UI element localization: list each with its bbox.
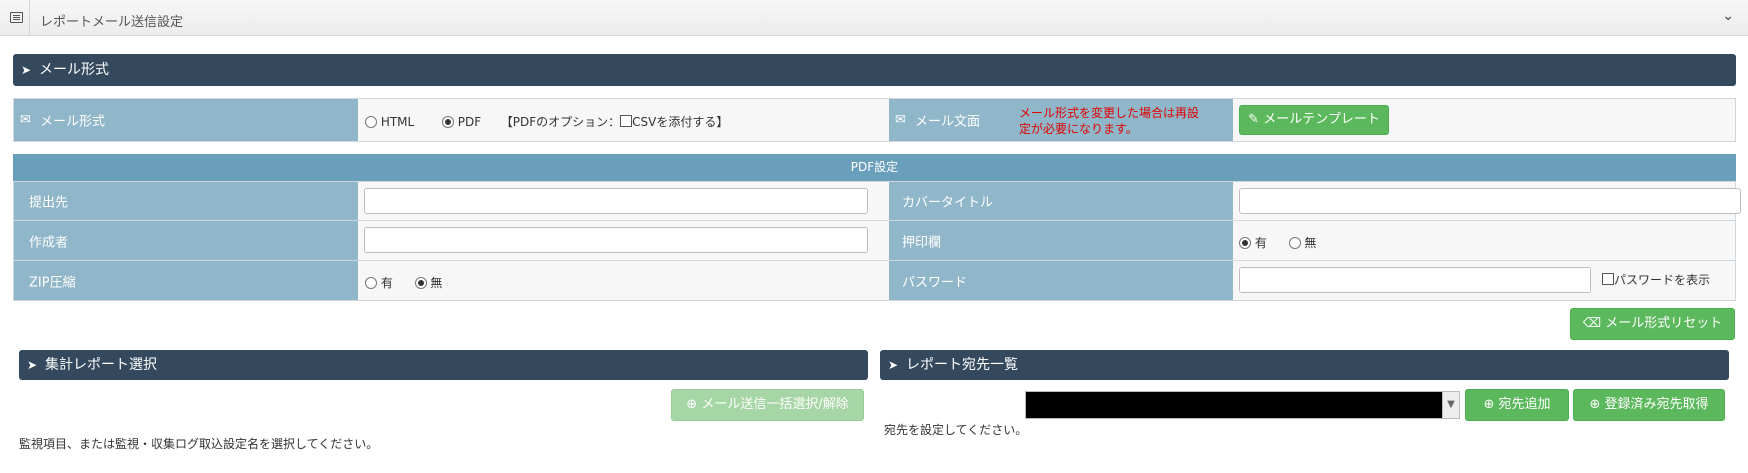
report-select-hint: 監視項目、または監視・収集ログ取込設定名を選択してください。	[19, 437, 379, 451]
show-password-checkbox[interactable]	[1602, 273, 1614, 285]
submit-to-value-cell	[358, 182, 889, 220]
mail-format-label-cell: ✉ メール形式	[14, 99, 358, 141]
mail-body-label: メール文面	[915, 114, 981, 130]
mail-format-row: ✉ メール形式 HTML PDF 【PDFのオプション： CSVを添付する】 ✉ …	[13, 98, 1736, 142]
zip-label-cell: ZIP圧縮	[14, 261, 358, 300]
pdf-row-author: 作成者 押印欄 有 無	[13, 221, 1736, 261]
mail-template-button-label: メールテンプレート	[1263, 112, 1380, 127]
pdf-option-prefix: 【PDFのオプション：	[500, 115, 621, 129]
mail-template-button[interactable]: ✎ メールテンプレート	[1239, 105, 1389, 135]
mail-template-cell: ✎ メールテンプレート	[1233, 99, 1735, 141]
plus-circle-icon: ⊕	[686, 397, 698, 412]
recipient-select[interactable]: ▼	[1025, 391, 1460, 419]
panel-header[interactable]: レポートメール送信設定 ⌄	[0, 0, 1748, 36]
pdf-radio[interactable]	[441, 116, 454, 128]
password-input[interactable]	[1239, 267, 1591, 293]
stamp-value-cell: 有 無	[1233, 221, 1735, 260]
zip-yes-radio[interactable]	[365, 277, 377, 289]
bulk-select-button[interactable]: ⊕ メール送信一括選択/解除	[671, 389, 864, 421]
reset-button-label: メール形式リセット	[1605, 316, 1723, 331]
pdf-row-submit-to: 提出先 カバータイトル	[13, 181, 1741, 221]
header-divider	[29, 0, 30, 36]
section-title: メール形式	[39, 62, 109, 78]
section-title: 集計レポート選択	[45, 357, 157, 373]
cover-title-label-cell: カバータイトル	[889, 182, 1233, 220]
cover-title-value-cell	[1233, 182, 1741, 220]
rocket-icon: ➤	[27, 358, 38, 372]
mail-format-label: メール形式	[40, 114, 106, 130]
bulk-select-button-label: メール送信一括選択/解除	[701, 397, 849, 412]
zip-no-radio[interactable]	[414, 277, 427, 289]
fetch-button-label: 登録済み宛先取得	[1604, 397, 1709, 412]
author-value-cell	[358, 221, 889, 260]
cover-title-input[interactable]	[1239, 188, 1741, 214]
stamp-no-label: 無	[1304, 236, 1317, 250]
author-label: 作成者	[29, 235, 69, 250]
mail-body-label-cell: ✉ メール文面 メール形式を変更した場合は再設定が必要になります。	[889, 99, 1233, 141]
attach-csv-label: CSVを添付する】	[632, 115, 729, 129]
submit-to-label-cell: 提出先	[14, 182, 358, 220]
envelope-icon: ✉	[895, 112, 906, 128]
attach-csv-checkbox[interactable]	[620, 115, 633, 127]
mail-format-value-cell: HTML PDF 【PDFのオプション： CSVを添付する】	[358, 99, 889, 141]
mail-format-reset-button[interactable]: ⌫ メール形式リセット	[1570, 308, 1735, 340]
recipients-hint: 宛先を設定してください。	[884, 423, 1028, 437]
panel-title: レポートメール送信設定	[40, 15, 184, 30]
chevron-down-icon[interactable]: ⌄	[1722, 8, 1734, 24]
cover-title-label: カバータイトル	[902, 195, 994, 211]
rocket-icon: ➤	[888, 358, 899, 372]
stamp-yes-radio[interactable]	[1239, 237, 1251, 249]
password-value-cell: パスワードを表示	[1233, 261, 1735, 300]
pdf-radio-label: PDF	[457, 115, 482, 129]
submit-to-input[interactable]	[364, 188, 868, 214]
eraser-icon: ⌫	[1582, 316, 1602, 331]
zip-no-label: 無	[430, 276, 443, 290]
zip-yes-label: 有	[380, 276, 393, 290]
envelope-icon: ✉	[20, 112, 31, 128]
password-label-cell: パスワード	[889, 261, 1233, 300]
show-password-label: パスワードを表示	[1614, 273, 1711, 287]
recipients-section-header: ➤ レポート宛先一覧	[880, 350, 1729, 380]
pdf-row-zip: ZIP圧縮 有 無 パスワード パスワードを表示	[13, 261, 1736, 301]
plus-circle-icon: ⊕	[1589, 397, 1601, 412]
add-recipient-button[interactable]: ⊕ 宛先追加	[1465, 389, 1569, 421]
format-change-note: メール形式を変更した場合は再設定が必要になります。	[1019, 106, 1200, 136]
edit-icon: ✎	[1248, 112, 1260, 127]
fetch-registered-recipients-button[interactable]: ⊕ 登録済み宛先取得	[1573, 389, 1725, 421]
add-recipient-button-label: 宛先追加	[1498, 397, 1551, 412]
author-input[interactable]	[364, 227, 868, 253]
rocket-icon: ➤	[21, 63, 32, 77]
html-radio-label: HTML	[380, 115, 415, 129]
stamp-no-radio[interactable]	[1288, 237, 1301, 249]
stamp-yes-label: 有	[1254, 236, 1267, 250]
author-label-cell: 作成者	[14, 221, 358, 260]
report-select-section-header: ➤ 集計レポート選択	[19, 350, 868, 380]
list-icon	[10, 12, 23, 23]
html-radio[interactable]	[365, 116, 377, 128]
stamp-label: 押印欄	[902, 235, 942, 250]
section-title: レポート宛先一覧	[906, 357, 1018, 373]
password-label: パスワード	[902, 275, 968, 290]
pdf-settings-header: PDF設定	[13, 154, 1736, 181]
zip-value-cell: 有 無	[358, 261, 889, 300]
plus-circle-icon: ⊕	[1483, 397, 1495, 412]
submit-to-label: 提出先	[29, 195, 69, 211]
zip-label: ZIP圧縮	[29, 275, 76, 290]
mail-format-section-header: ➤ メール形式	[13, 54, 1736, 86]
chevron-down-icon[interactable]: ▼	[1442, 392, 1459, 418]
stamp-label-cell: 押印欄	[889, 221, 1233, 260]
